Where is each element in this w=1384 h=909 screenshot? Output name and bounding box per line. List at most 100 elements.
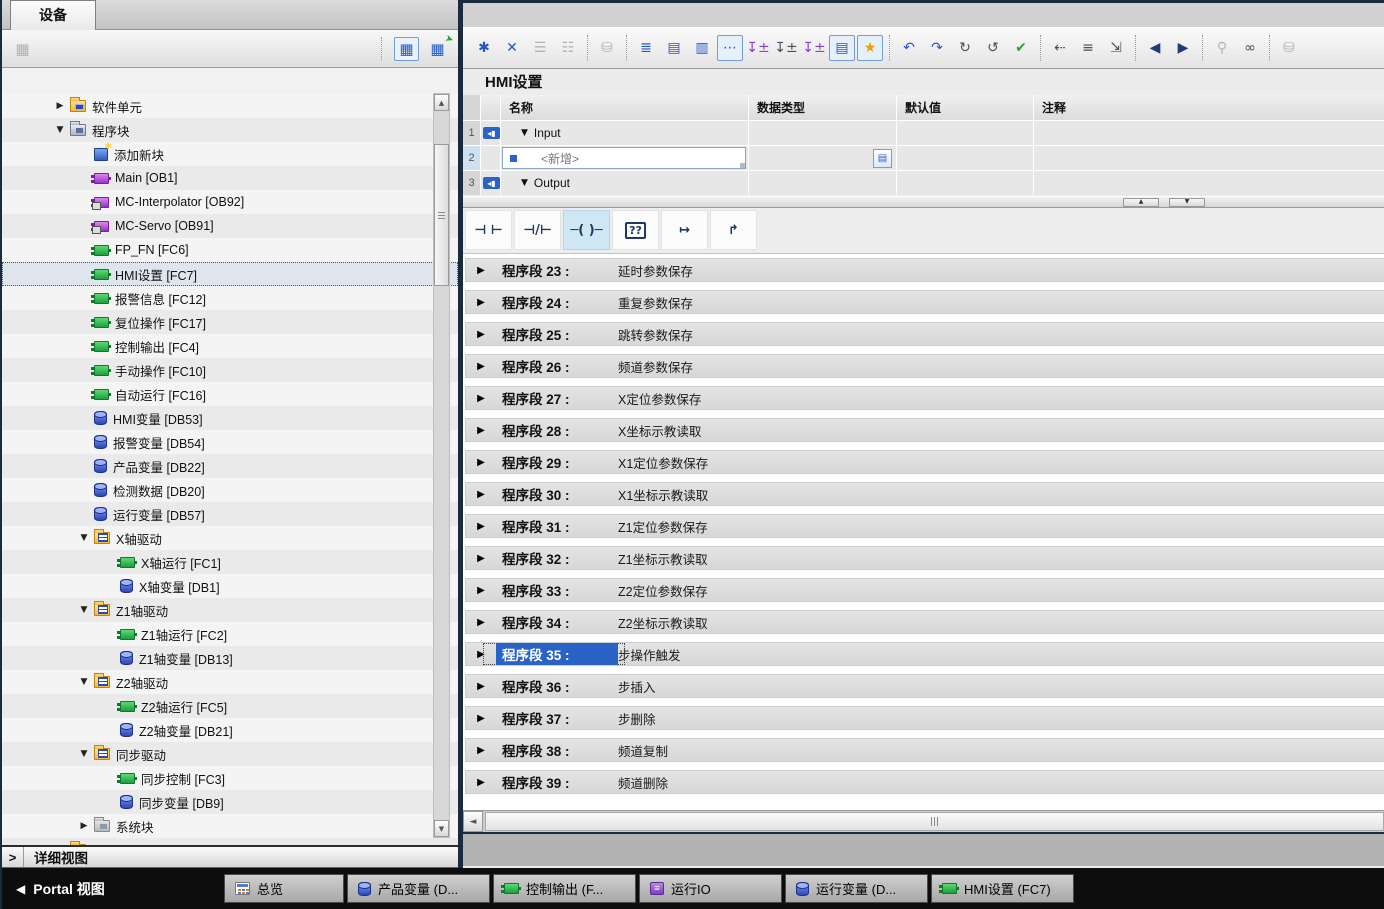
comment-cell[interactable]: [1034, 121, 1384, 145]
tree-item[interactable]: 同步控制 [FC3]: [2, 766, 458, 790]
header-datatype[interactable]: 数据类型: [749, 95, 897, 120]
expand-arrow-icon[interactable]: ▼: [76, 605, 92, 615]
tree-item[interactable]: ▼ 同步驱动: [2, 742, 458, 766]
tree-item[interactable]: ▶ 软件单元: [2, 94, 458, 118]
interface-row-output[interactable]: 3 ▼Output: [463, 171, 1384, 195]
tree-item[interactable]: Z1轴变量 [DB13]: [2, 646, 458, 670]
network-comment[interactable]: 步插入: [618, 677, 656, 696]
default-cell[interactable]: [897, 146, 1034, 170]
tree-item[interactable]: HMI变量 [DB53]: [2, 406, 458, 430]
detail-view-bar[interactable]: > 详细视图: [2, 845, 458, 868]
tree-item[interactable]: FP_FN [FC6]: [2, 238, 458, 262]
scroll-up-icon[interactable]: ▲: [434, 94, 449, 111]
portal-view-button[interactable]: ◀ Portal 视图: [2, 879, 224, 899]
network-comment[interactable]: 步删除: [618, 709, 656, 728]
tree-item[interactable]: ▼ Z1轴驱动: [2, 598, 458, 622]
network-expand-icon[interactable]: ▶: [466, 649, 496, 660]
editor-horizontal-scrollbar[interactable]: ◄: [463, 810, 1384, 832]
tree-item[interactable]: X轴变量 [DB1]: [2, 574, 458, 598]
collapse-networks-icon[interactable]: ▥: [689, 35, 715, 61]
tree-item[interactable]: HMI设置 [FC7]: [2, 262, 458, 286]
network-comment[interactable]: 步操作触发: [618, 645, 681, 664]
tree-item[interactable]: 同步变量 [DB9]: [2, 790, 458, 814]
network-expand-icon[interactable]: ▶: [466, 553, 496, 564]
network-comments-icon[interactable]: ⋯: [717, 35, 743, 61]
tree-item[interactable]: 复位操作 [FC17]: [2, 310, 458, 334]
network-row[interactable]: ▶ 程序段 31 : Z1定位参数保存: [465, 514, 1384, 538]
network-title[interactable]: 程序段 26 :: [496, 355, 618, 377]
network-title[interactable]: 程序段 23 :: [496, 259, 618, 281]
expand-arrow-icon[interactable]: ▶: [76, 821, 92, 831]
network-row[interactable]: ▶ 程序段 29 : X1定位参数保存: [465, 450, 1384, 474]
network-expand-icon[interactable]: ▶: [466, 297, 496, 308]
default-cell[interactable]: [897, 171, 1034, 195]
expand-arrow-icon[interactable]: ▶: [52, 101, 68, 111]
scrollbar-thumb[interactable]: [434, 144, 449, 286]
network-expand-icon[interactable]: ▶: [466, 617, 496, 628]
discard-redo-icon[interactable]: ↷: [924, 35, 950, 61]
hscrollbar-thumb[interactable]: [485, 812, 1384, 831]
append-row-icon[interactable]: ☷: [555, 35, 581, 61]
network-expand-icon[interactable]: ▶: [466, 265, 496, 276]
network-expand-icon[interactable]: ▶: [466, 425, 496, 436]
network-expand-icon[interactable]: ▶: [466, 361, 496, 372]
consistency-check-icon[interactable]: ✔: [1008, 35, 1034, 61]
tree-item[interactable]: 产品变量 [DB22]: [2, 454, 458, 478]
network-row[interactable]: ▶ 程序段 30 : X1坐标示教读取: [465, 482, 1384, 506]
network-row[interactable]: ▶ 程序段 25 : 跳转参数保存: [465, 322, 1384, 346]
tree-item[interactable]: ▼ 工艺对象: [2, 838, 458, 845]
network-comment[interactable]: X1坐标示教读取: [618, 485, 708, 504]
datatype-dropdown-button[interactable]: ▤: [873, 149, 892, 168]
network-comment[interactable]: 频道参数保存: [618, 357, 693, 376]
section-expand-icon[interactable]: ▼: [521, 178, 528, 188]
new-variable-input[interactable]: <新增>: [502, 147, 746, 169]
network-title[interactable]: 程序段 38 :: [496, 739, 618, 761]
network-row[interactable]: ▶ 程序段 33 : Z2定位参数保存: [465, 578, 1384, 602]
network-row[interactable]: ▶ 程序段 37 : 步删除: [465, 706, 1384, 730]
tree-item[interactable]: 报警信息 [FC12]: [2, 286, 458, 310]
section-expand-icon[interactable]: ▼: [521, 128, 528, 138]
network-title[interactable]: 程序段 31 :: [496, 515, 618, 537]
load-snapshot-icon[interactable]: ↻: [952, 35, 978, 61]
network-row[interactable]: ▶ 程序段 32 : Z1坐标示教读取: [465, 546, 1384, 570]
monitoring-glasses-icon[interactable]: ∞: [1237, 35, 1263, 61]
insert-network-icon[interactable]: ✱: [471, 35, 497, 61]
network-expand-icon[interactable]: ▶: [466, 745, 496, 756]
network-comment[interactable]: 延时参数保存: [618, 261, 693, 280]
network-row[interactable]: ▶ 程序段 35 : 步操作触发: [465, 642, 1384, 666]
device-data-icon[interactable]: ▦: [10, 37, 35, 61]
find-replace-icon[interactable]: ⚲: [1209, 35, 1235, 61]
scroll-left-icon[interactable]: ◄: [463, 811, 483, 832]
open-in-editor-icon[interactable]: ▦ ➤: [425, 37, 450, 61]
network-expand-icon[interactable]: ▶: [466, 777, 496, 788]
expand-arrow-icon[interactable]: ▼: [76, 749, 92, 759]
splitter-expand-down-button[interactable]: ▼: [1169, 198, 1205, 207]
network-title[interactable]: 程序段 28 :: [496, 419, 618, 441]
comment-cell[interactable]: [1034, 171, 1384, 195]
tree-item[interactable]: 添加新块: [2, 142, 458, 166]
columns-view-icon[interactable]: ▦: [394, 37, 419, 61]
empty-box-icon[interactable]: ??: [612, 210, 659, 250]
taskbar-run-db-button[interactable]: 运行变量 (D...: [785, 874, 928, 903]
network-row[interactable]: ▶ 程序段 38 : 频道复制: [465, 738, 1384, 762]
network-title[interactable]: 程序段 39 :: [496, 771, 618, 793]
header-default[interactable]: 默认值: [897, 95, 1034, 120]
network-row[interactable]: ▶ 程序段 39 : 频道删除: [465, 770, 1384, 794]
network-title[interactable]: 程序段 36 :: [496, 675, 618, 697]
taskbar-hmi-fc7-button[interactable]: HMI设置 (FC7): [931, 874, 1074, 903]
delete-network-icon[interactable]: ✕: [499, 35, 525, 61]
goto-branch-icon[interactable]: ⇲: [1103, 35, 1129, 61]
tree-item[interactable]: MC-Interpolator [OB92]: [2, 190, 458, 214]
previous-bookmark-icon[interactable]: ◀: [1142, 35, 1168, 61]
insert-row-icon[interactable]: ☰: [527, 35, 553, 61]
goto-line-icon[interactable]: ≡: [1075, 35, 1101, 61]
no-contact-icon[interactable]: ⊣ ⊢: [465, 210, 512, 250]
header-comment[interactable]: 注释: [1034, 95, 1384, 120]
tree-item[interactable]: 控制输出 [FC4]: [2, 334, 458, 358]
network-comment[interactable]: X坐标示教读取: [618, 421, 701, 440]
taskbar-overview-button[interactable]: 总览: [224, 874, 344, 903]
tree-item[interactable]: 运行变量 [DB57]: [2, 502, 458, 526]
tree-item[interactable]: 自动运行 [FC16]: [2, 382, 458, 406]
detail-view-chevron-icon[interactable]: >: [2, 847, 24, 867]
network-expand-icon[interactable]: ▶: [466, 713, 496, 724]
